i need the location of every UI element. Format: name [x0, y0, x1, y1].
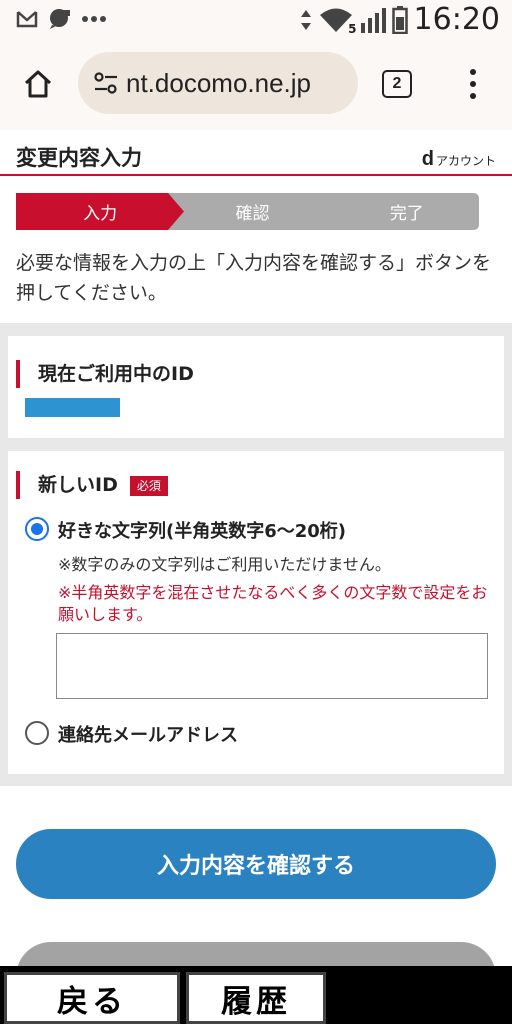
- home-icon: [24, 70, 52, 98]
- option-contact-email-label[interactable]: 連絡先メールアドレス: [58, 721, 238, 747]
- signal-icon: [360, 8, 386, 33]
- back-button[interactable]: 戻る: [4, 972, 180, 1024]
- address-bar[interactable]: nt.docomo.ne.jp: [78, 52, 358, 114]
- confirm-input-button[interactable]: 入力内容を確認する: [16, 829, 496, 899]
- d-account-logo: d アカウント: [422, 148, 496, 171]
- gmail-icon: [16, 11, 38, 28]
- bottom-navigation: 戻る 履歴: [0, 966, 512, 1024]
- browser-menu-button[interactable]: [458, 66, 488, 102]
- home-button[interactable]: [18, 64, 58, 104]
- current-id-heading: 現在ご利用中のID: [16, 360, 194, 388]
- intro-text: 必要な情報を入力の上「入力内容を確認する」ボタンを押してください。: [16, 252, 492, 304]
- current-id-value-redacted: [25, 398, 120, 417]
- d-logo-letter: d: [421, 148, 434, 170]
- history-button[interactable]: 履歴: [186, 972, 326, 1024]
- mixed-chars-warning: ※半角英数字を混在させたなるべく多くの文字数で設定をお願いします。: [58, 583, 488, 624]
- browser-toolbar: nt.docomo.ne.jp 2: [0, 40, 512, 130]
- option-custom-string-label[interactable]: 好きな文字列(半角英数字6〜20桁): [58, 517, 346, 543]
- step-label: 入力: [83, 204, 118, 224]
- new-id-heading: 新しいID 必須: [16, 471, 168, 499]
- new-id-heading-text: 新しいID: [38, 474, 118, 496]
- site-settings-icon[interactable]: [86, 63, 126, 103]
- page-content: 変更内容入力 d アカウント 入力 確認 完了 必要な情報を入力の上「入力内容を…: [0, 130, 512, 966]
- clock: 16:20: [413, 2, 500, 37]
- new-id-input[interactable]: [56, 633, 488, 699]
- d-logo-text: アカウント: [435, 154, 496, 168]
- form-area: 現在ご利用中のID 新しいID 必須 好きな文字列(半角英数字6〜20桁) ※数字…: [0, 323, 512, 786]
- step-input: 入力: [16, 193, 195, 230]
- status-bar: 5 16:20: [0, 0, 512, 40]
- radio-contact-email[interactable]: [25, 721, 49, 745]
- tab-switcher-button[interactable]: 2: [382, 70, 412, 98]
- battery-icon: [391, 6, 408, 34]
- progress-steps: 入力 確認 完了: [16, 193, 491, 230]
- numbers-only-note: ※数字のみの文字列はご利用いただけません。: [58, 555, 391, 574]
- secondary-button-partial[interactable]: [16, 942, 496, 966]
- step-complete: 完了: [322, 193, 491, 230]
- page-header: 変更内容入力 d アカウント: [0, 130, 512, 176]
- current-id-card: 現在ご利用中のID: [8, 336, 504, 438]
- network-type-label: 5: [347, 22, 358, 36]
- chat-icon: [50, 9, 70, 29]
- radio-custom-string[interactable]: [25, 517, 49, 541]
- wifi-5g-icon: 5: [318, 6, 358, 36]
- step-label: 完了: [389, 204, 424, 224]
- more-dots-icon: [82, 16, 106, 22]
- url-text: nt.docomo.ne.jp: [126, 67, 312, 98]
- required-badge: 必須: [129, 475, 168, 496]
- data-arrows-icon: [300, 10, 311, 30]
- step-confirm: 確認: [168, 193, 343, 230]
- page-title: 変更内容入力: [16, 146, 142, 170]
- step-label: 確認: [235, 204, 270, 224]
- new-id-card: 新しいID 必須 好きな文字列(半角英数字6〜20桁) ※数字のみの文字列はご利用…: [8, 451, 504, 774]
